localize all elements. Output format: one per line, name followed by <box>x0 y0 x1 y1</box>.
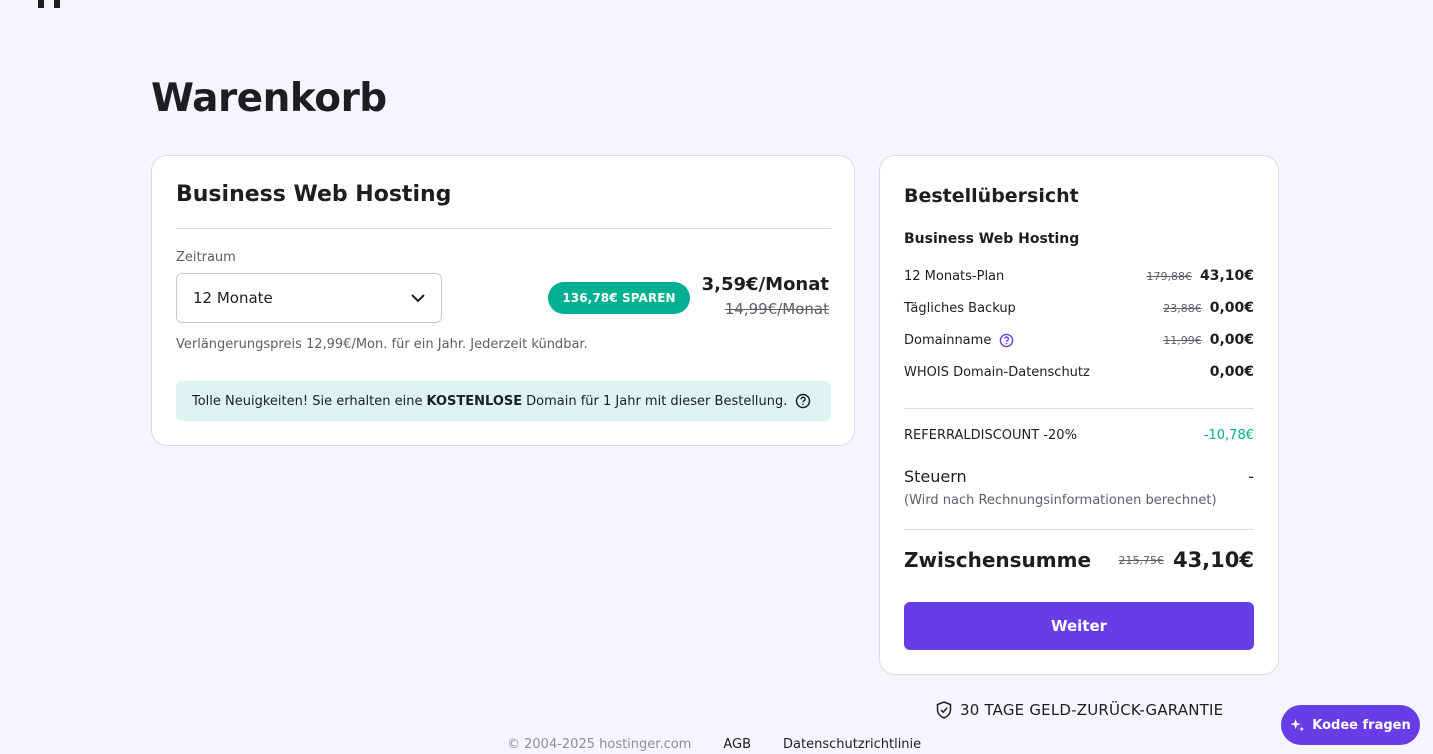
shield-check-icon <box>936 701 952 719</box>
line-item-label: Tägliches Backup <box>904 300 1016 316</box>
line-item-old-price: 11,99€ <box>1163 333 1202 347</box>
divider <box>176 228 831 229</box>
line-item: Domainname 11,99€ 0,00€ <box>904 330 1254 350</box>
period-select-value: 12 Monate <box>193 289 273 307</box>
order-summary-card: Bestellübersicht Business Web Hosting 12… <box>879 155 1279 675</box>
subtotal-row: Zwischensumme 215,75€ 43,10€ <box>904 548 1254 572</box>
tax-value: - <box>1248 467 1254 486</box>
line-item-label-wrap: Domainname <box>904 333 1163 348</box>
ask-kodee-label: Kodee fragen <box>1312 717 1411 733</box>
sparkle-icon <box>1290 718 1305 731</box>
ask-kodee-button[interactable]: Kodee fragen <box>1281 705 1420 745</box>
line-item-price: 0,00€ <box>1209 364 1254 380</box>
copyright: © 2004-2025 hostinger.com <box>507 737 692 752</box>
line-item-old-price: 179,88€ <box>1146 269 1192 283</box>
banner-text: Tolle Neuigkeiten! Sie erhalten eine <box>192 393 423 409</box>
page-title: Warenkorb <box>151 76 387 121</box>
summary-title: Bestellübersicht <box>904 185 1079 207</box>
product-title: Business Web Hosting <box>176 182 452 207</box>
savings-badge: 136,78€ SPAREN <box>548 282 690 314</box>
discount-label: REFERRALDISCOUNT -20% <box>904 428 1077 443</box>
tax-row: Steuern - <box>904 467 1254 486</box>
discount-value: -10,78€ <box>1203 428 1254 443</box>
original-monthly-price: 14,99€/Monat <box>724 300 829 318</box>
line-item: Tägliches Backup 23,88€ 0,00€ <box>904 298 1254 318</box>
continue-button[interactable]: Weiter <box>904 602 1254 650</box>
tax-note: (Wird nach Rechnungsinformationen berech… <box>904 493 1217 508</box>
line-item-label: 12 Monats-Plan <box>904 268 1005 284</box>
line-item-old-price: 23,88€ <box>1163 301 1202 315</box>
summary-product: Business Web Hosting <box>904 231 1080 247</box>
footer: © 2004-2025 hostinger.com AGB Datenschut… <box>507 737 953 752</box>
cart-card: Business Web Hosting Zeitraum 12 Monate … <box>151 155 855 446</box>
period-select[interactable]: 12 Monate <box>176 273 442 323</box>
privacy-link[interactable]: Datenschutzrichtlinie <box>783 737 921 752</box>
divider <box>904 408 1254 409</box>
money-back-guarantee: 30 TAGE GELD-ZURÜCK-GARANTIE <box>936 701 1223 719</box>
tax-label: Steuern <box>904 467 967 486</box>
line-item-label: Domainname <box>904 332 992 348</box>
guarantee-text: 30 TAGE GELD-ZURÜCK-GARANTIE <box>960 701 1224 719</box>
line-item: WHOIS Domain-Datenschutz 0,00€ <box>904 362 1254 382</box>
line-item-price: 0,00€ <box>1209 300 1254 316</box>
domain-help-icon[interactable] <box>999 333 1014 348</box>
line-item: 12 Monats-Plan 179,88€ 43,10€ <box>904 266 1254 286</box>
banner-highlight: KOSTENLOSE <box>426 393 523 409</box>
hostinger-logo-icon[interactable] <box>36 0 64 8</box>
line-item-price: 43,10€ <box>1199 268 1254 284</box>
discount-row: REFERRALDISCOUNT -20% -10,78€ <box>904 428 1254 443</box>
monthly-price: 3,59€/Monat <box>701 274 829 295</box>
free-domain-banner: Tolle Neuigkeiten! Sie erhalten eine KOS… <box>176 381 831 421</box>
divider <box>904 529 1254 530</box>
line-item-label: WHOIS Domain-Datenschutz <box>904 364 1090 380</box>
help-icon[interactable] <box>795 393 811 409</box>
terms-link[interactable]: AGB <box>723 737 751 752</box>
banner-text-end: Domain für 1 Jahr mit dieser Bestellung. <box>526 393 788 409</box>
chevron-down-icon <box>411 293 425 302</box>
subtotal-label: Zwischensumme <box>904 548 1092 572</box>
subtotal-price: 43,10€ <box>1172 548 1254 572</box>
period-label: Zeitraum <box>176 250 236 265</box>
subtotal-old-price: 215,75€ <box>1118 553 1164 567</box>
renewal-info: Verlängerungspreis 12,99€/Mon. für ein J… <box>176 337 588 352</box>
line-item-price: 0,00€ <box>1209 332 1254 348</box>
